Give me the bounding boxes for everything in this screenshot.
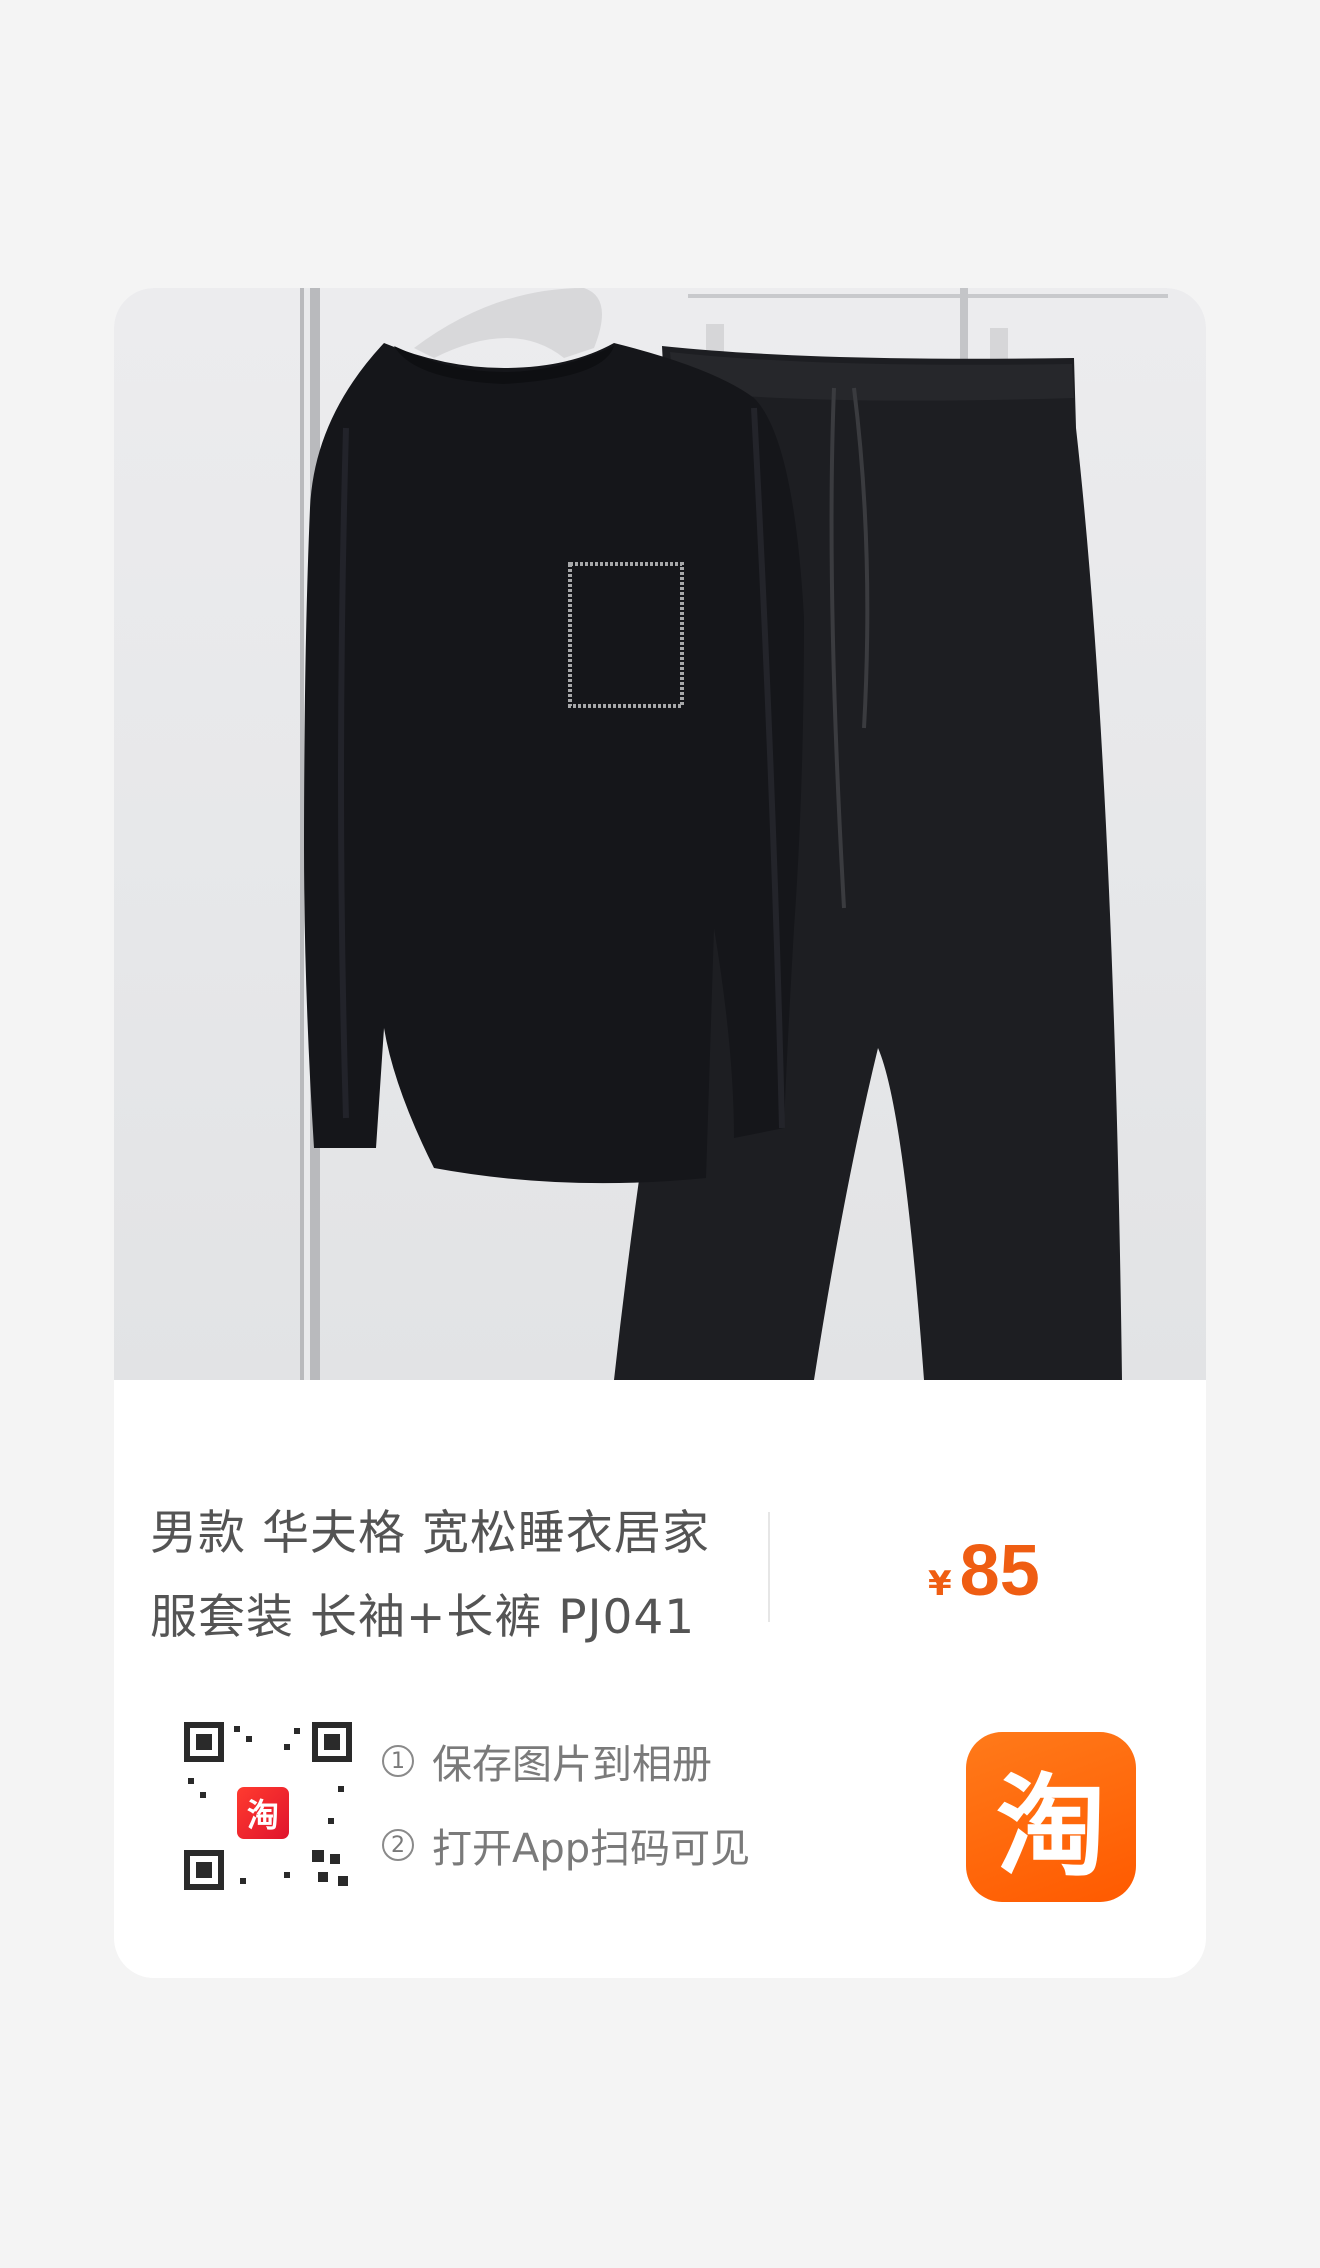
divider xyxy=(768,1512,770,1622)
price-currency: ¥ xyxy=(928,1564,952,1604)
taobao-app-icon[interactable]: 淘 xyxy=(966,1732,1136,1902)
product-title-line1: 男款 华夫格 宽松睡衣居家 xyxy=(150,1506,710,1561)
step-number-2: 2 xyxy=(382,1829,414,1861)
step-label-1: 保存图片到相册 xyxy=(432,1742,712,1788)
product-info: 男款 华夫格 宽松睡衣居家 服套装 长袖+长裤 PJ041 ¥ 85 淘 1 保… xyxy=(114,1380,1206,1978)
step-open-app: 2 打开App扫码可见 xyxy=(382,1816,750,1874)
price-amount: 85 xyxy=(959,1531,1040,1611)
product-image[interactable] xyxy=(114,288,1206,1380)
price: ¥ 85 xyxy=(928,1530,1040,1612)
qr-center-logo: 淘 xyxy=(234,1784,292,1842)
step-label-2: 打开App扫码可见 xyxy=(432,1826,751,1872)
product-title-line2: 服套装 长袖+长裤 PJ041 xyxy=(150,1590,696,1645)
share-card: 男款 华夫格 宽松睡衣居家 服套装 长袖+长裤 PJ041 ¥ 85 淘 1 保… xyxy=(114,288,1206,1978)
product-title[interactable]: 男款 华夫格 宽松睡衣居家 服套装 长袖+长裤 PJ041 xyxy=(150,1492,750,1660)
pajama-set-illustration xyxy=(300,288,1168,1380)
step-number-1: 1 xyxy=(382,1745,414,1777)
step-save-image: 1 保存图片到相册 xyxy=(382,1732,712,1790)
